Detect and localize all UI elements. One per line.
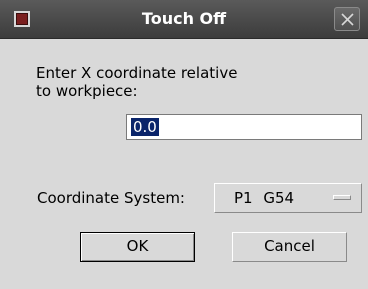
prompt-text: Enter X coordinate relative to workpiece…	[36, 64, 238, 100]
coordinate-system-select[interactable]: P1 G54	[214, 183, 362, 213]
touch-off-dialog: Touch Off Enter X coordinate relative to…	[0, 0, 368, 289]
coordinate-input-value: 0.0	[131, 118, 159, 136]
coordinate-input[interactable]: 0.0	[126, 114, 362, 140]
title-bar[interactable]: Touch Off	[0, 0, 368, 39]
ok-button[interactable]: OK	[80, 232, 195, 262]
cancel-button[interactable]: Cancel	[232, 232, 347, 262]
coordinate-system-value: P1 G54	[234, 189, 295, 207]
option-menu-indicator-icon	[333, 195, 351, 200]
coordinate-system-label: Coordinate System:	[37, 189, 185, 207]
close-icon	[341, 13, 354, 26]
dialog-title: Touch Off	[141, 9, 227, 28]
close-button[interactable]	[334, 7, 360, 31]
